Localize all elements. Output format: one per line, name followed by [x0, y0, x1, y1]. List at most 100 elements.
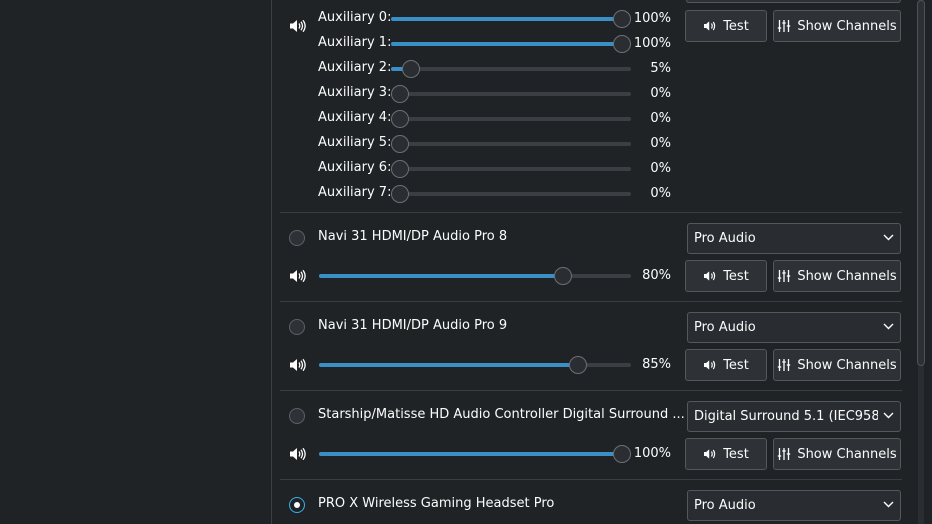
profile-combobox-previous[interactable] — [686, 0, 901, 3]
scrollbar-thumb[interactable] — [917, 0, 925, 366]
aux-channel-slider[interactable] — [391, 160, 631, 178]
slider-groove[interactable] — [391, 192, 631, 196]
slider-handle[interactable] — [391, 160, 409, 178]
aux-channel-slider[interactable] — [391, 10, 631, 28]
profile-combobox[interactable]: Pro Audio — [687, 312, 901, 343]
volume-percent: 0% — [650, 136, 671, 151]
aux-channel-label: Auxiliary 6: — [318, 160, 392, 175]
profile-combobox-value: Pro Audio — [694, 231, 756, 246]
slider-handle[interactable] — [391, 85, 409, 103]
speaker-volume-icon[interactable] — [288, 446, 306, 462]
aux-channel-slider[interactable] — [391, 185, 631, 203]
slider-groove[interactable] — [391, 167, 631, 171]
slider-handle[interactable] — [554, 267, 572, 285]
device-name: Starship/Matisse HD Audio Controller Dig… — [318, 407, 685, 422]
speaker-test-icon — [703, 358, 717, 372]
volume-percent: 100% — [633, 11, 671, 26]
section-divider — [280, 301, 902, 302]
test-button-label: Test — [723, 357, 749, 373]
volume-percent: 80% — [642, 268, 671, 283]
device-name: Navi 31 HDMI/DP Audio Pro 8 — [318, 229, 508, 244]
show-channels-button[interactable]: Show Channels — [773, 10, 901, 42]
volume-percent: 0% — [650, 186, 671, 201]
volume-percent: 0% — [650, 111, 671, 126]
channel-sliders-icon — [777, 269, 791, 283]
section-divider — [280, 479, 902, 480]
aux-channel-label: Auxiliary 1: — [318, 35, 392, 50]
device-radio-button[interactable] — [289, 408, 305, 424]
slider-groove[interactable] — [391, 92, 631, 96]
aux-channel-label: Auxiliary 5: — [318, 135, 392, 150]
test-button-label: Test — [723, 18, 749, 34]
slider-handle[interactable] — [391, 110, 409, 128]
profile-combobox[interactable]: Digital Surround 5.1 (IEC958/AC3) — [687, 401, 901, 432]
aux-channel-label: Auxiliary 3: — [318, 85, 392, 100]
aux-channel-label: Auxiliary 0: — [318, 10, 392, 25]
profile-combobox-value: Pro Audio — [694, 498, 756, 513]
aux-channel-label: Auxiliary 4: — [318, 110, 392, 125]
device-volume-slider[interactable] — [319, 267, 631, 285]
device-name: Navi 31 HDMI/DP Audio Pro 9 — [318, 318, 508, 333]
aux-channel-slider[interactable] — [391, 135, 631, 153]
slider-fill — [391, 42, 622, 46]
slider-fill — [319, 274, 563, 278]
slider-handle[interactable] — [569, 356, 587, 374]
slider-fill — [319, 363, 578, 367]
speaker-volume-icon[interactable] — [288, 18, 306, 34]
test-button-label: Test — [723, 446, 749, 462]
left-pane — [0, 0, 271, 524]
test-button-label: Test — [723, 268, 749, 284]
slider-handle[interactable] — [402, 60, 420, 78]
show-channels-label: Show Channels — [797, 18, 897, 34]
speaker-volume-icon[interactable] — [288, 357, 306, 373]
profile-combobox-value: Digital Surround 5.1 (IEC958/AC3) — [694, 409, 878, 424]
test-button[interactable]: Test — [685, 349, 767, 381]
volume-percent: 85% — [642, 357, 671, 372]
volume-percent: 100% — [633, 446, 671, 461]
show-channels-button[interactable]: Show Channels — [773, 438, 901, 470]
aux-channel-label: Auxiliary 2: — [318, 60, 392, 75]
slider-fill — [319, 452, 622, 456]
aux-channel-slider[interactable] — [391, 35, 631, 53]
test-button[interactable]: Test — [685, 438, 767, 470]
volume-percent: 5% — [650, 61, 671, 76]
device-radio-button[interactable] — [289, 230, 305, 246]
chevron-down-icon — [883, 412, 894, 419]
device-volume-slider[interactable] — [319, 356, 631, 374]
device-name: PRO X Wireless Gaming Headset Pro — [318, 496, 555, 511]
channel-sliders-icon — [777, 358, 791, 372]
test-button[interactable]: Test — [685, 10, 767, 42]
volume-percent: 0% — [650, 161, 671, 176]
chevron-down-icon — [883, 323, 894, 330]
channel-sliders-icon — [777, 19, 791, 33]
device-volume-slider[interactable] — [319, 445, 631, 463]
speaker-test-icon — [703, 447, 717, 461]
volume-percent: 0% — [650, 86, 671, 101]
volume-percent: 100% — [633, 36, 671, 51]
slider-groove[interactable] — [391, 117, 631, 121]
slider-groove[interactable] — [391, 142, 631, 146]
chevron-down-icon — [883, 501, 894, 508]
show-channels-button[interactable]: Show Channels — [773, 349, 901, 381]
aux-channel-slider[interactable] — [391, 60, 631, 78]
section-divider — [280, 212, 902, 213]
chevron-down-icon — [883, 234, 894, 241]
aux-channel-slider[interactable] — [391, 110, 631, 128]
test-button[interactable]: Test — [685, 260, 767, 292]
aux-channel-slider[interactable] — [391, 85, 631, 103]
device-radio-button[interactable] — [289, 497, 305, 513]
show-channels-button[interactable]: Show Channels — [773, 260, 901, 292]
slider-handle[interactable] — [391, 185, 409, 203]
speaker-volume-icon[interactable] — [288, 268, 306, 284]
speaker-test-icon — [703, 19, 717, 33]
device-radio-button[interactable] — [289, 319, 305, 335]
show-channels-label: Show Channels — [797, 268, 897, 284]
profile-combobox-value: Pro Audio — [694, 320, 756, 335]
aux-channel-label: Auxiliary 7: — [318, 185, 392, 200]
slider-groove[interactable] — [391, 67, 631, 71]
slider-fill — [391, 17, 622, 21]
slider-handle[interactable] — [391, 135, 409, 153]
show-channels-label: Show Channels — [797, 446, 897, 462]
profile-combobox[interactable]: Pro Audio — [687, 223, 901, 254]
profile-combobox[interactable]: Pro Audio — [687, 490, 901, 521]
